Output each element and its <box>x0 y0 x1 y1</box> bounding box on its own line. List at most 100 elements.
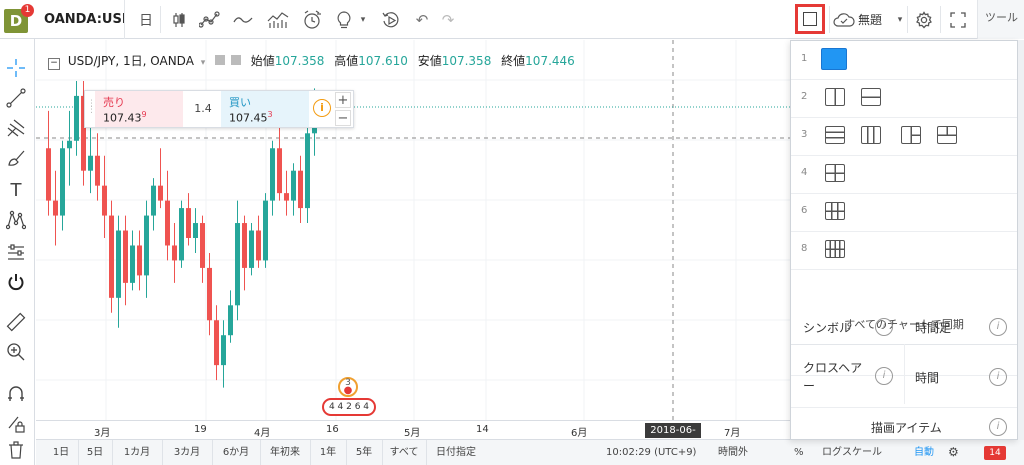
candle-body <box>123 230 128 283</box>
info-icon[interactable]: i <box>989 418 1007 436</box>
buy-price-main: 107.45 <box>229 111 268 125</box>
layout-3-rows-icon[interactable] <box>825 126 845 144</box>
legend-title[interactable]: USD/JPY, 1日, OANDA <box>68 54 194 68</box>
settings-gear-icon[interactable]: ⚙ <box>948 440 959 465</box>
redo-icon[interactable]: ↷ <box>436 0 460 39</box>
sync-symbol-label[interactable]: シンボル <box>803 319 851 336</box>
chevron-down-icon[interactable]: ▾ <box>356 0 370 39</box>
range-6m[interactable]: 6か月 <box>212 440 261 465</box>
auto-scale-toggle[interactable]: 自動 <box>914 440 934 465</box>
range-1m[interactable]: 1カ月 <box>112 440 163 465</box>
info-icon[interactable]: i <box>989 318 1007 336</box>
buy-price: 107.453 <box>229 110 273 125</box>
layout-select-button[interactable] <box>795 4 825 34</box>
candle-style-icon[interactable] <box>166 0 192 39</box>
event-marker[interactable]: 3 ● <box>338 377 358 397</box>
template-name[interactable]: 無題 <box>858 0 894 39</box>
info-icon[interactable]: i <box>875 318 893 336</box>
trend-line-icon[interactable] <box>5 87 27 109</box>
layout-3-columns-icon[interactable] <box>861 126 881 144</box>
alarm-clock-icon[interactable] <box>298 0 326 39</box>
sell-price: 107.439 <box>103 110 147 125</box>
replay-icon[interactable] <box>378 0 404 39</box>
layout-row-6: 6 <box>791 193 1017 232</box>
candle-body <box>116 230 121 298</box>
sell-button[interactable]: 売り 107.439 <box>95 91 183 127</box>
info-icon[interactable]: i <box>875 367 893 385</box>
lock-pencil-icon[interactable] <box>5 413 27 435</box>
magnet-icon[interactable] <box>5 383 27 405</box>
plus-button[interactable]: + <box>335 92 351 108</box>
pattern-icon[interactable] <box>5 209 27 231</box>
range-1d[interactable]: 1日 <box>44 440 79 465</box>
info-icon[interactable]: i <box>989 368 1007 386</box>
earnings-marker[interactable]: 4 4 2 6 4 <box>322 398 376 416</box>
settings-icon[interactable] <box>230 55 241 65</box>
range-custom[interactable]: 日付指定 <box>426 440 486 465</box>
sync-time-label[interactable]: 時間 <box>915 369 939 386</box>
power-icon[interactable] <box>5 271 27 293</box>
candle-body <box>151 185 156 216</box>
undo-icon[interactable]: ↶ <box>410 0 434 39</box>
top-toolbar: D 1 OANDA:USD 日 ▾ ↶ ↷ 無題 ▾ ツール <box>0 0 1024 39</box>
symbol-search[interactable]: OANDA:USD <box>44 0 125 39</box>
range-5d[interactable]: 5日 <box>78 440 113 465</box>
clock-time[interactable]: 10:02:29 (UTC+9) <box>606 440 696 465</box>
layout-2-vertical-icon[interactable] <box>825 88 845 106</box>
spread-value: 1.4 <box>194 102 212 115</box>
layout-3-left-main-icon[interactable] <box>901 126 921 144</box>
candle-body <box>284 193 289 201</box>
close-value: 107.446 <box>525 54 575 68</box>
buy-button[interactable]: 買い 107.453 <box>221 91 309 127</box>
percent-toggle[interactable]: % <box>794 440 804 465</box>
log-scale-toggle[interactable]: ログスケール <box>822 440 882 465</box>
idea-bulb-icon[interactable] <box>332 0 356 39</box>
layout-1-icon[interactable] <box>821 48 847 70</box>
x-tick: 3月 <box>94 428 111 439</box>
notifications-badge[interactable]: 14 <box>984 446 1006 460</box>
chevron-down-icon[interactable]: ▾ <box>201 58 206 68</box>
crosshair-icon[interactable] <box>5 57 27 79</box>
brush-icon[interactable] <box>5 147 27 169</box>
bottom-toolbar: 1日 5日 1カ月 3カ月 6か月 年初来 1年 5年 すべて 日付指定 10:… <box>36 439 1024 465</box>
range-1y[interactable]: 1年 <box>310 440 347 465</box>
collapse-icon[interactable]: − <box>48 58 60 70</box>
indicators-icon[interactable] <box>196 0 224 39</box>
interval-button[interactable]: 日 <box>132 0 160 39</box>
prediction-icon[interactable] <box>5 241 27 263</box>
range-5y[interactable]: 5年 <box>346 440 383 465</box>
layout-row-2: 2 <box>791 79 1017 118</box>
chevron-down-icon[interactable]: ▾ <box>894 0 906 39</box>
sync-crosshair-label[interactable]: クロスヘア <box>803 359 862 376</box>
layout-2-horizontal-icon[interactable] <box>861 88 881 106</box>
layout-count: 8 <box>801 243 808 254</box>
text-tool-icon[interactable]: T <box>5 179 27 201</box>
fullscreen-icon[interactable] <box>944 0 972 39</box>
layout-8-grid-icon[interactable] <box>825 240 845 258</box>
avatar-letter: D <box>9 12 23 30</box>
info-icon[interactable]: i <box>313 99 331 117</box>
layout-4-grid-icon[interactable] <box>825 164 845 182</box>
extended-hours-toggle[interactable]: 時間外 <box>718 440 748 465</box>
minus-button[interactable]: − <box>335 110 351 126</box>
ruler-icon[interactable] <box>5 311 27 333</box>
cloud-save-icon[interactable] <box>832 0 856 39</box>
financials-icon[interactable] <box>264 0 292 39</box>
candle-body <box>256 230 261 261</box>
pitchfork-icon[interactable] <box>5 117 27 139</box>
eye-icon[interactable] <box>215 55 226 65</box>
x-tick: 7月 <box>724 428 741 439</box>
zoom-in-icon[interactable] <box>5 341 27 363</box>
layout-6-grid-icon[interactable] <box>825 202 845 220</box>
settings-gear-icon[interactable] <box>910 0 938 39</box>
range-all[interactable]: すべて <box>382 440 427 465</box>
trash-icon[interactable] <box>5 439 27 461</box>
sync-interval-label[interactable]: 時間足 <box>915 319 951 336</box>
tools-panel-button[interactable]: ツール <box>977 0 1024 39</box>
range-3m[interactable]: 3カ月 <box>162 440 213 465</box>
compare-icon[interactable] <box>230 0 256 39</box>
x-tick: 14 <box>476 424 489 435</box>
range-ytd[interactable]: 年初来 <box>260 440 311 465</box>
layout-3-top-split-icon[interactable] <box>937 126 957 144</box>
sync-drawings-label[interactable]: 描画アイテム <box>871 419 942 436</box>
